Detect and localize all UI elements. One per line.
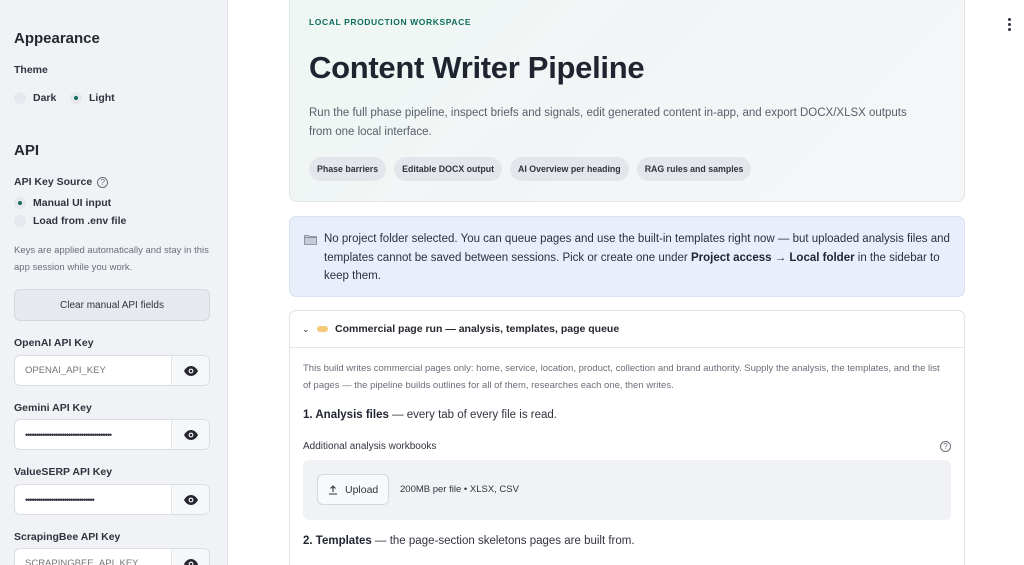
- valueserp-key-label: ValueSERP API Key: [14, 466, 113, 478]
- gemini-key-label: Gemini API Key: [14, 402, 92, 414]
- upload-button[interactable]: Upload: [317, 474, 390, 505]
- scrapingbee-key-label: ScrapingBee API Key: [14, 531, 121, 543]
- eye-icon[interactable]: [171, 356, 209, 385]
- theme-label: Theme: [14, 64, 48, 76]
- radio-selected-icon: [14, 197, 26, 209]
- openai-key-field: [14, 355, 210, 386]
- commercial-run-expander: ⌄ Commercial page run — analysis, templa…: [289, 310, 965, 565]
- theme-option-label: Dark: [33, 92, 57, 104]
- api-source-label: Load from .env file: [33, 215, 127, 227]
- page-title: Content Writer Pipeline: [309, 50, 645, 85]
- feature-chip: Phase barriers: [309, 157, 387, 181]
- main-content: LOCAL PRODUCTION WORKSPACE Content Write…: [229, 0, 1024, 565]
- feature-chip: Editable DOCX output: [394, 157, 503, 181]
- alert-text: No project folder selected. You can queu…: [324, 230, 952, 286]
- gemini-key-input[interactable]: [15, 420, 171, 449]
- gemini-key-field: [14, 419, 210, 450]
- expander-header[interactable]: ⌄ Commercial page run — analysis, templa…: [290, 311, 964, 348]
- upload-limit-text: 200MB per file • XLSX, CSV: [400, 484, 519, 495]
- api-key-source-label: API Key Source?: [14, 176, 109, 188]
- pencil-icon: [317, 326, 328, 332]
- scrapingbee-key-field: [14, 548, 210, 565]
- valueserp-key-input[interactable]: [15, 485, 171, 514]
- radio-unselected-icon: [14, 92, 26, 104]
- file-dropzone[interactable]: Upload 200MB per file • XLSX, CSV: [303, 460, 951, 520]
- folder-icon: [304, 235, 317, 245]
- openai-key-input[interactable]: [15, 356, 171, 385]
- step-title: 2. Templates: [303, 535, 372, 547]
- api-source-env[interactable]: Load from .env file: [14, 215, 126, 227]
- api-source-label: Manual UI input: [33, 197, 112, 209]
- step-analysis-files: 1. Analysis files — every tab of every f…: [303, 409, 557, 421]
- help-circle-icon[interactable]: ?: [97, 176, 109, 188]
- step-detail: — every tab of every file is read.: [388, 409, 557, 421]
- api-keys-note: Keys are applied automatically and stay …: [14, 245, 209, 273]
- expander-title: Commercial page run — analysis, template…: [335, 323, 620, 335]
- hero-panel: LOCAL PRODUCTION WORKSPACE Content Write…: [289, 0, 965, 202]
- theme-option-light[interactable]: Light: [70, 92, 115, 104]
- expander-description: This build writes commercial pages only:…: [303, 363, 940, 391]
- kebab-menu-icon[interactable]: [1006, 18, 1012, 34]
- sidebar: Appearance Theme Dark Light API API Key …: [0, 0, 228, 565]
- theme-option-dark[interactable]: Dark: [14, 92, 56, 104]
- step-title: 1. Analysis files: [303, 409, 389, 421]
- appearance-heading: Appearance: [14, 30, 100, 47]
- help-circle-icon[interactable]: ?: [940, 441, 951, 452]
- api-key-source-text: API Key Source: [14, 176, 93, 188]
- openai-key-label: OpenAI API Key: [14, 337, 94, 349]
- eye-icon[interactable]: [171, 485, 209, 514]
- chevron-down-icon: ⌄: [302, 323, 310, 334]
- radio-unselected-icon: [14, 215, 26, 227]
- upload-icon: [329, 484, 337, 495]
- scrapingbee-key-input[interactable]: [15, 549, 171, 565]
- step-detail: — the page-section skeletons pages are b…: [371, 535, 635, 547]
- feature-chip: RAG rules and samples: [636, 157, 752, 181]
- theme-option-label: Light: [89, 92, 115, 104]
- clear-api-fields-button[interactable]: Clear manual API fields: [14, 289, 210, 321]
- eye-icon[interactable]: [171, 420, 209, 449]
- upload-label: Upload: [345, 483, 379, 496]
- alert-bold-link: Project access → Local folder: [690, 251, 855, 264]
- feature-chips: Phase barriers Editable DOCX output AI O…: [309, 157, 752, 181]
- feature-chip: AI Overview per heading: [510, 157, 629, 181]
- step-templates: 2. Templates — the page-section skeleton…: [303, 535, 635, 547]
- workbooks-label: Additional analysis workbooks: [303, 441, 437, 452]
- hero-eyebrow: LOCAL PRODUCTION WORKSPACE: [309, 17, 472, 27]
- radio-selected-icon: [70, 92, 82, 104]
- api-heading: API: [14, 142, 40, 159]
- valueserp-key-field: [14, 484, 210, 515]
- info-alert: No project folder selected. You can queu…: [289, 216, 965, 297]
- eye-icon[interactable]: [171, 549, 209, 565]
- api-source-manual[interactable]: Manual UI input: [14, 197, 111, 209]
- hero-description: Run the full phase pipeline, inspect bri…: [309, 107, 907, 138]
